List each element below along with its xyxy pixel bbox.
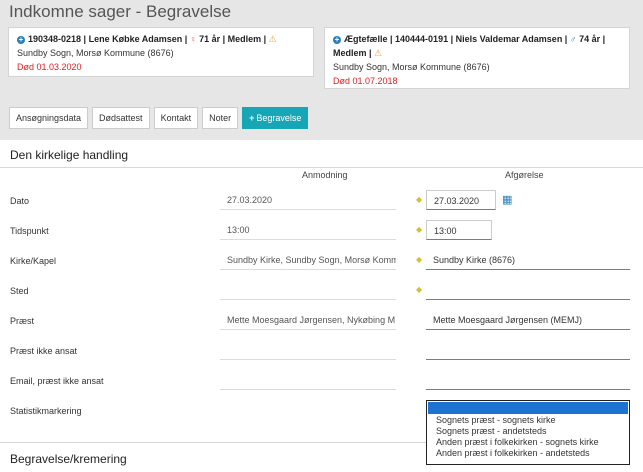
dropdown-option[interactable]: Anden præst i folkekirken - andetsteds	[427, 448, 629, 459]
diamond-icon: ◆	[416, 225, 423, 234]
tab-bar: Ansøgningsdata Dødsattest Kontakt Noter …	[9, 107, 309, 129]
main-content: Den kirkelige handling Anmodning Afgørel…	[0, 140, 643, 472]
decision-priest-not-employed-input[interactable]	[426, 340, 630, 360]
request-time: 13:00	[220, 220, 396, 240]
decision-church-input[interactable]: Sundby Kirke (8676)	[426, 250, 630, 270]
column-header-decision: Afgørelse	[505, 170, 544, 180]
decision-priest-email-input[interactable]	[426, 370, 630, 390]
statistics-dropdown[interactable]: Sognets præst - sognets kirke Sognets pr…	[426, 400, 630, 465]
tab-kontakt[interactable]: Kontakt	[153, 107, 199, 129]
spouse-card: + Ægtefælle | 140444-0191 | Niels Valdema…	[324, 27, 630, 89]
spouse-membership: Medlem |	[333, 48, 372, 58]
decision-place-input[interactable]	[426, 280, 630, 300]
column-header-request: Anmodning	[302, 170, 348, 180]
spouse-death-date: Død 01.07.2018	[333, 76, 398, 86]
dropdown-option[interactable]: Anden præst i folkekirken - sognets kirk…	[427, 437, 629, 448]
row-label-priest: Præst	[10, 316, 35, 326]
tab-doedsattest[interactable]: Dødsattest	[92, 107, 150, 129]
calendar-icon[interactable]: ▦	[502, 193, 512, 206]
section-title-burial-cremation: Begravelse/kremering	[10, 452, 127, 466]
male-icon: ♂	[569, 34, 577, 44]
request-priest-email	[220, 370, 396, 390]
page-title: Indkomne sager - Begravelse	[9, 2, 232, 21]
row-label-priest-email: Email, præst ikke ansat	[10, 376, 104, 386]
request-priest-not-employed	[220, 340, 396, 360]
plus-circle-icon[interactable]: +	[17, 36, 25, 44]
decision-priest-input[interactable]: Mette Moesgaard Jørgensen (MEMJ)	[426, 310, 630, 330]
tab-begravelse-label: Begravelse	[256, 113, 302, 123]
plus-circle-icon[interactable]: +	[333, 36, 341, 44]
deceased-age: 71 år | Medlem |	[199, 34, 267, 44]
deceased-id-name: 190348-0218 | Lene Købke Adamsen |	[28, 34, 188, 44]
female-icon: ♀	[189, 34, 197, 44]
spouse-id-name: Ægtefælle | 140444-0191 | Niels Valdemar…	[344, 34, 568, 44]
row-label-statistics: Statistikmarkering	[10, 406, 82, 416]
request-place	[220, 280, 396, 300]
diamond-icon: ◆	[416, 195, 423, 204]
request-priest: Mette Moesgaard Jørgensen, Nykøbing M So…	[220, 310, 396, 330]
spouse-age: 74 år |	[579, 34, 606, 44]
tab-noter[interactable]: Noter	[202, 107, 239, 129]
row-label-date: Dato	[10, 196, 30, 206]
dropdown-option[interactable]: Sognets præst - andetsteds	[427, 426, 629, 437]
decision-date-input[interactable]: 27.03.2020	[426, 190, 496, 210]
diamond-icon: ◆	[416, 255, 423, 264]
section-title-kirkelig-handling: Den kirkelige handling	[10, 148, 129, 162]
diamond-icon: ◆	[416, 285, 423, 294]
dropdown-option[interactable]: Sognets præst - sognets kirke	[427, 415, 629, 426]
divider	[0, 167, 643, 168]
divider	[0, 442, 426, 443]
deceased-death-date: Død 01.03.2020	[17, 62, 82, 72]
tab-begravelse[interactable]: + Begravelse	[242, 107, 309, 129]
row-label-time: Tidspunkt	[10, 226, 49, 236]
request-date: 27.03.2020	[220, 190, 396, 210]
deceased-parish: Sundby Sogn, Morsø Kommune (8676)	[17, 48, 174, 58]
row-label-priest-not-employed: Præst ikke ansat	[10, 346, 78, 356]
row-label-place: Sted	[10, 286, 29, 296]
warning-icon: ⚠	[374, 48, 383, 58]
decision-time-input[interactable]: 13:00	[426, 220, 492, 240]
warning-icon: ⚠	[268, 34, 277, 44]
plus-icon: +	[249, 113, 255, 123]
spouse-parish: Sundby Sogn, Morsø Kommune (8676)	[333, 62, 490, 72]
tab-ansoegningsdata[interactable]: Ansøgningsdata	[9, 107, 89, 129]
dropdown-selected-empty[interactable]	[428, 402, 628, 414]
deceased-card: +190348-0218 | Lene Købke Adamsen | ♀ 71…	[8, 27, 314, 77]
row-label-church: Kirke/Kapel	[10, 256, 57, 266]
request-church: Sundby Kirke, Sundby Sogn, Morsø Kommune	[220, 250, 396, 270]
